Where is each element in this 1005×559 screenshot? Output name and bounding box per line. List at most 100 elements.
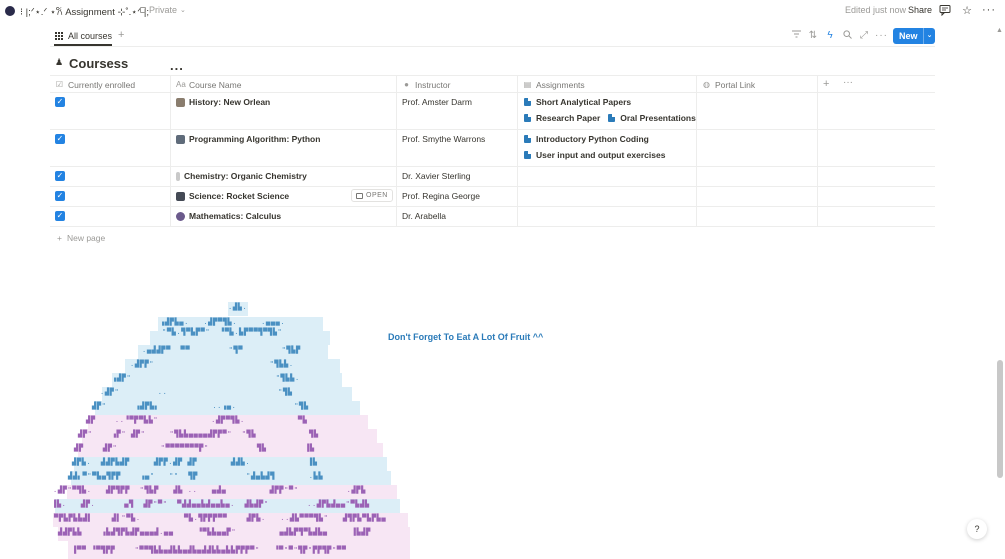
instructor-cell[interactable]: Prof. Amster Darm (397, 93, 518, 129)
portal-link-cell[interactable] (697, 187, 818, 206)
instructor-cell[interactable]: Prof. Regina George (397, 187, 518, 206)
column-header-course-name[interactable]: Aa Course Name (171, 76, 397, 93)
assignments-cell[interactable] (518, 187, 697, 206)
instructor-cell[interactable]: Dr. Arabella (397, 207, 518, 226)
page-title[interactable]: ⁝ |;ᐟ⋆.ᐟ ⋆𐙚 Assignment ⊹˚.⋆ᐟ |; (20, 5, 149, 18)
column-header-portal-link[interactable]: ◍ Portal Link (697, 76, 818, 93)
portal-link-cell[interactable] (697, 207, 818, 226)
view-tab-all-courses[interactable]: All courses (55, 29, 112, 43)
enrolled-checkbox[interactable]: ✓ (55, 97, 65, 107)
table-row[interactable]: ✓ Chemistry: Organic Chemistry Dr. Xavie… (50, 167, 935, 187)
column-header-instructor[interactable]: ● Instructor (397, 76, 518, 93)
egg-dot-row: .▟▛" .. "▜▙ (100, 388, 293, 396)
portal-link-cell[interactable] (697, 93, 818, 129)
instructor-cell[interactable]: Dr. Xavier Sterling (397, 167, 518, 186)
text-property-icon: Aa (176, 80, 186, 89)
star-icon[interactable]: ☆ (960, 3, 974, 17)
filter-icon[interactable] (790, 30, 802, 42)
egg-dot-row: ▟▟▛▙▙ ▗▙▟▜▛▙▟▛▄▄▄▟.▄▄ ▝▀▙▙▄▄▛" ▄▟▙▛▜▀▙▟▙… (58, 528, 371, 536)
database-icon: ♟ (55, 57, 64, 67)
egg-dot-row: ▟▛ ▟▛" "▀▀▀▀▀▀▀▛" ▜▙ ▐▙ (74, 444, 315, 452)
open-row-button[interactable]: OPEN (351, 189, 393, 202)
course-name-cell[interactable]: Programming Algorithm: Python (171, 130, 397, 166)
portal-link-cell[interactable] (697, 167, 818, 186)
lock-icon (140, 7, 146, 13)
automation-icon[interactable]: ϟ (824, 30, 836, 42)
comment-icon[interactable] (938, 3, 952, 17)
math-icon (176, 211, 185, 221)
assignment-link[interactable]: Oral Presentations (608, 113, 696, 123)
egg-dot-row: ▐▙. ▟▛. ▄▜ ▟▛"▀" ▀▟▟▄▄▙▟▄▄▙▄. ▟▙▟▛" ..▟▛… (52, 500, 370, 508)
enrolled-checkbox[interactable]: ✓ (55, 211, 65, 221)
more-options-icon[interactable]: ··· (982, 3, 996, 17)
egg-dot-row: ▟▛" ▗▟▛▙▖ ..▗▄. "▜▙ (92, 402, 309, 410)
view-tab-label: All courses (68, 31, 113, 41)
column-header-enrolled[interactable]: ☑ Currently enrolled (50, 76, 171, 93)
assignments-cell[interactable]: Introductory Python Coding User input an… (518, 130, 697, 166)
egg-dot-row: ▗▟▛▙▄. .▟▛▀▜▙. .▄▄▄. (160, 318, 286, 326)
table-row[interactable]: ✓ Programming Algorithm: Python Prof. Sm… (50, 130, 935, 167)
computer-icon (176, 134, 185, 144)
help-icon: ? (974, 524, 980, 534)
rocket-icon (176, 191, 185, 201)
books-icon (176, 97, 185, 107)
assignments-cell[interactable]: Short Analytical Papers Research Paper O… (518, 93, 697, 129)
new-page-button[interactable]: + New page (57, 233, 105, 243)
share-button[interactable]: Share (908, 5, 932, 15)
open-page-icon (356, 192, 363, 199)
table-row[interactable]: ✓ History: New Orlean Prof. Amster Darm … (50, 93, 935, 130)
add-view-icon[interactable]: + (118, 29, 124, 41)
document-icon (524, 98, 531, 106)
expand-icon[interactable]: ⤢ (858, 30, 870, 42)
table-header: ☑ Currently enrolled Aa Course Name ● In… (50, 75, 935, 93)
portal-link-cell[interactable] (697, 130, 818, 166)
table-row[interactable]: ✓ Science: Rocket Science OPEN Prof. Reg… (50, 187, 935, 207)
course-name-cell[interactable]: Chemistry: Organic Chemistry (171, 167, 397, 186)
course-name-cell[interactable]: Science: Rocket Science OPEN (171, 187, 397, 206)
egg-dot-row: .▄▟▟▛▀ ▀▀ "▜▀ "▜▙▛ (142, 346, 301, 354)
document-icon (524, 135, 531, 143)
scroll-up-arrow[interactable]: ▲ (996, 27, 1003, 34)
enrolled-checkbox[interactable]: ✓ (55, 134, 65, 144)
fruit-reminder-text: Don't Forget To Eat A Lot Of Fruit ^^ (388, 332, 544, 342)
assignment-link[interactable]: Research Paper (524, 113, 600, 123)
table-row[interactable]: ✓ Mathematics: Calculus Dr. Arabella (50, 207, 935, 227)
course-name-cell[interactable]: History: New Orlean (171, 93, 397, 129)
checkbox-property-icon: ☑ (55, 80, 64, 89)
enrolled-checkbox[interactable]: ✓ (55, 171, 65, 181)
column-header-assignments[interactable]: ▤ Assignments (518, 76, 697, 93)
document-icon (524, 114, 531, 122)
course-name-cell[interactable]: Mathematics: Calculus (171, 207, 397, 226)
test-tube-icon (176, 171, 180, 181)
courses-table: ☑ Currently enrolled Aa Course Name ● In… (50, 75, 935, 227)
assignment-link[interactable]: Short Analytical Papers (524, 97, 631, 107)
egg-dot-row: .▟▛▛" "▜▙▙. (130, 360, 294, 368)
help-button[interactable]: ? (967, 519, 987, 539)
chevron-down-icon: ⌄ (180, 7, 186, 14)
instructor-cell[interactable]: Prof. Smythe Warrons (397, 130, 518, 166)
egg-dot-row: ▟▛ ..▝▀▛▀▙▙" .▟▛▀▜▙. ▀▙ (86, 416, 308, 424)
enrolled-cell: ✓ (50, 207, 171, 226)
assignments-cell[interactable] (518, 207, 697, 226)
ascii-egg-art: .▟▙. ▗▟▛▙▄. .▟▛▀▜▙. .▄▄▄. "▀▙.▜▀▙▛▀" ▝▀▙… (50, 300, 420, 559)
scrollbar-thumb[interactable] (997, 360, 1003, 478)
database-more-icon[interactable]: ... (170, 58, 184, 73)
enrolled-cell: ✓ (50, 130, 171, 166)
egg-dot-row: ▐▀▀ ▝▀▜▛▛ "▀▀▜▙▙▄▟▙▙▄▟▙▄▟▟▙▙▄▙▙▛▛▛▀" ▝▀"… (72, 546, 347, 554)
privacy-dropdown[interactable]: Private ⌄ (140, 5, 186, 15)
database-title[interactable]: Coursess (69, 56, 128, 71)
workspace-icon[interactable] (5, 6, 15, 16)
sort-icon[interactable]: ⇅ (807, 30, 819, 42)
search-icon[interactable] (841, 30, 853, 42)
table-view-icon (55, 32, 63, 40)
properties-more-icon[interactable]: ··· (843, 77, 853, 88)
add-property-icon[interactable]: + (823, 78, 829, 90)
relation-property-icon: ▤ (523, 80, 532, 89)
view-more-icon[interactable]: ··· (875, 30, 887, 42)
enrolled-checkbox[interactable]: ✓ (55, 191, 65, 201)
assignments-cell[interactable] (518, 167, 697, 186)
new-button[interactable]: New ⌄ (893, 28, 935, 44)
assignment-link[interactable]: Introductory Python Coding (524, 134, 649, 144)
chevron-down-icon[interactable]: ⌄ (923, 28, 935, 44)
assignment-link[interactable]: User input and output exercises (524, 150, 665, 160)
